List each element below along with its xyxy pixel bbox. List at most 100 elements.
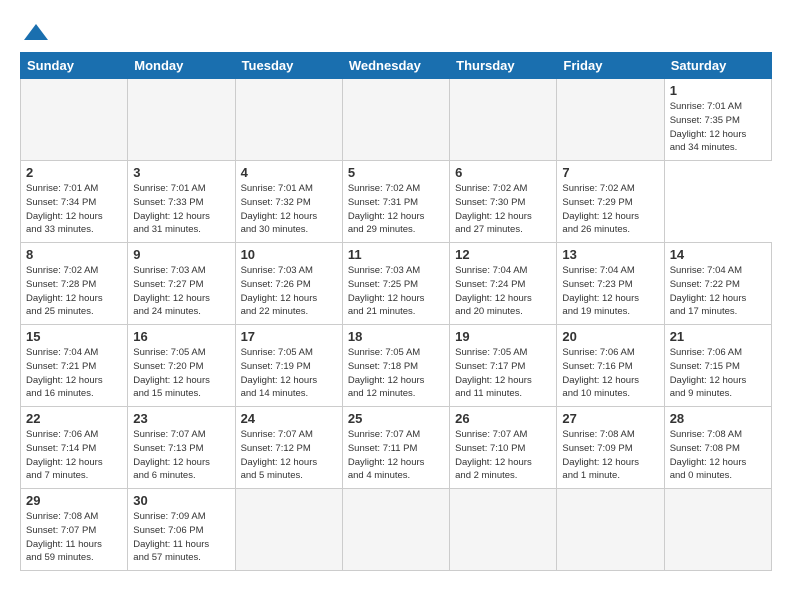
day-info: Sunrise: 7:06 AM Sunset: 7:14 PM Dayligh… [26, 428, 122, 483]
calendar-day-cell [557, 489, 664, 571]
calendar-day-cell [235, 489, 342, 571]
calendar-day-cell: 24 Sunrise: 7:07 AM Sunset: 7:12 PM Dayli… [235, 407, 342, 489]
calendar-day-cell: 25 Sunrise: 7:07 AM Sunset: 7:11 PM Dayli… [342, 407, 449, 489]
calendar-day-cell: 26Sunrise: 7:07 AM Sunset: 7:10 PM Dayli… [450, 407, 557, 489]
day-number: 23 [133, 411, 229, 426]
calendar-day-cell: 17Sunrise: 7:05 AM Sunset: 7:19 PM Dayli… [235, 325, 342, 407]
calendar-table: SundayMondayTuesdayWednesdayThursdayFrid… [20, 52, 772, 571]
day-info: Sunrise: 7:08 AM Sunset: 7:09 PM Dayligh… [562, 428, 658, 483]
calendar-day-cell: 11Sunrise: 7:03 AM Sunset: 7:25 PM Dayli… [342, 243, 449, 325]
day-number: 11 [348, 247, 444, 262]
calendar-week-row: 1 Sunrise: 7:01 AM Sunset: 7:35 PM Daylig… [21, 79, 772, 161]
calendar-day-cell [450, 489, 557, 571]
day-number: 25 [348, 411, 444, 426]
day-number: 22 [26, 411, 122, 426]
calendar-day-cell [342, 489, 449, 571]
calendar-day-cell: 30 Sunrise: 7:09 AM Sunset: 7:06 PM Dayli… [128, 489, 235, 571]
day-number: 18 [348, 329, 444, 344]
day-number: 7 [562, 165, 658, 180]
day-number: 10 [241, 247, 337, 262]
calendar-day-cell: 5 Sunrise: 7:02 AM Sunset: 7:31 PM Daylig… [342, 161, 449, 243]
calendar-day-cell [664, 489, 771, 571]
calendar-header-row: SundayMondayTuesdayWednesdayThursdayFrid… [21, 53, 772, 79]
day-info: Sunrise: 7:02 AM Sunset: 7:28 PM Dayligh… [26, 264, 122, 319]
calendar-weekday-monday: Monday [128, 53, 235, 79]
calendar-empty-cell [128, 79, 235, 161]
day-number: 30 [133, 493, 229, 508]
calendar-day-cell: 15 Sunrise: 7:04 AM Sunset: 7:21 PM Dayli… [21, 325, 128, 407]
day-info: Sunrise: 7:07 AM Sunset: 7:12 PM Dayligh… [241, 428, 337, 483]
day-number: 1 [670, 83, 766, 98]
day-number: 15 [26, 329, 122, 344]
day-number: 28 [670, 411, 766, 426]
calendar-day-cell: 3Sunrise: 7:01 AM Sunset: 7:33 PM Daylig… [128, 161, 235, 243]
day-number: 19 [455, 329, 551, 344]
calendar-day-cell: 20Sunrise: 7:06 AM Sunset: 7:16 PM Dayli… [557, 325, 664, 407]
logo-icon [22, 22, 50, 44]
calendar-weekday-sunday: Sunday [21, 53, 128, 79]
day-info: Sunrise: 7:01 AM Sunset: 7:32 PM Dayligh… [241, 182, 337, 237]
calendar-empty-cell [450, 79, 557, 161]
day-number: 14 [670, 247, 766, 262]
day-info: Sunrise: 7:05 AM Sunset: 7:17 PM Dayligh… [455, 346, 551, 401]
day-info: Sunrise: 7:08 AM Sunset: 7:08 PM Dayligh… [670, 428, 766, 483]
calendar-day-cell: 13 Sunrise: 7:04 AM Sunset: 7:23 PM Dayli… [557, 243, 664, 325]
calendar-empty-cell [342, 79, 449, 161]
day-info: Sunrise: 7:07 AM Sunset: 7:13 PM Dayligh… [133, 428, 229, 483]
calendar-day-cell: 23 Sunrise: 7:07 AM Sunset: 7:13 PM Dayli… [128, 407, 235, 489]
day-info: Sunrise: 7:01 AM Sunset: 7:35 PM Dayligh… [670, 100, 766, 155]
calendar-weekday-thursday: Thursday [450, 53, 557, 79]
calendar-week-row: 8 Sunrise: 7:02 AM Sunset: 7:28 PM Daylig… [21, 243, 772, 325]
day-info: Sunrise: 7:02 AM Sunset: 7:29 PM Dayligh… [562, 182, 658, 237]
calendar-day-cell: 16Sunrise: 7:05 AM Sunset: 7:20 PM Dayli… [128, 325, 235, 407]
calendar-day-cell: 4 Sunrise: 7:01 AM Sunset: 7:32 PM Daylig… [235, 161, 342, 243]
day-number: 8 [26, 247, 122, 262]
day-info: Sunrise: 7:04 AM Sunset: 7:22 PM Dayligh… [670, 264, 766, 319]
calendar-day-cell: 10Sunrise: 7:03 AM Sunset: 7:26 PM Dayli… [235, 243, 342, 325]
calendar-day-cell: 14 Sunrise: 7:04 AM Sunset: 7:22 PM Dayli… [664, 243, 771, 325]
day-number: 24 [241, 411, 337, 426]
header [20, 18, 772, 44]
day-number: 20 [562, 329, 658, 344]
calendar-day-cell: 8 Sunrise: 7:02 AM Sunset: 7:28 PM Daylig… [21, 243, 128, 325]
day-number: 4 [241, 165, 337, 180]
calendar-day-cell: 18 Sunrise: 7:05 AM Sunset: 7:18 PM Dayli… [342, 325, 449, 407]
calendar-day-cell: 12Sunrise: 7:04 AM Sunset: 7:24 PM Dayli… [450, 243, 557, 325]
day-number: 27 [562, 411, 658, 426]
day-info: Sunrise: 7:04 AM Sunset: 7:24 PM Dayligh… [455, 264, 551, 319]
day-info: Sunrise: 7:05 AM Sunset: 7:18 PM Dayligh… [348, 346, 444, 401]
day-number: 2 [26, 165, 122, 180]
calendar-empty-cell [21, 79, 128, 161]
day-info: Sunrise: 7:04 AM Sunset: 7:23 PM Dayligh… [562, 264, 658, 319]
calendar-day-cell: 1 Sunrise: 7:01 AM Sunset: 7:35 PM Daylig… [664, 79, 771, 161]
day-info: Sunrise: 7:01 AM Sunset: 7:34 PM Dayligh… [26, 182, 122, 237]
calendar-week-row: 29Sunrise: 7:08 AM Sunset: 7:07 PM Dayli… [21, 489, 772, 571]
logo [20, 22, 50, 44]
day-info: Sunrise: 7:03 AM Sunset: 7:27 PM Dayligh… [133, 264, 229, 319]
calendar-day-cell: 27 Sunrise: 7:08 AM Sunset: 7:09 PM Dayli… [557, 407, 664, 489]
day-info: Sunrise: 7:07 AM Sunset: 7:10 PM Dayligh… [455, 428, 551, 483]
calendar-day-cell: 28 Sunrise: 7:08 AM Sunset: 7:08 PM Dayli… [664, 407, 771, 489]
calendar-empty-cell [557, 79, 664, 161]
calendar-day-cell: 21 Sunrise: 7:06 AM Sunset: 7:15 PM Dayli… [664, 325, 771, 407]
day-info: Sunrise: 7:04 AM Sunset: 7:21 PM Dayligh… [26, 346, 122, 401]
day-number: 3 [133, 165, 229, 180]
day-info: Sunrise: 7:02 AM Sunset: 7:31 PM Dayligh… [348, 182, 444, 237]
page: SundayMondayTuesdayWednesdayThursdayFrid… [0, 0, 792, 581]
calendar-empty-cell [235, 79, 342, 161]
calendar-weekday-tuesday: Tuesday [235, 53, 342, 79]
day-number: 5 [348, 165, 444, 180]
day-number: 13 [562, 247, 658, 262]
calendar-weekday-saturday: Saturday [664, 53, 771, 79]
calendar-day-cell: 7 Sunrise: 7:02 AM Sunset: 7:29 PM Daylig… [557, 161, 664, 243]
calendar-week-row: 22 Sunrise: 7:06 AM Sunset: 7:14 PM Dayli… [21, 407, 772, 489]
day-info: Sunrise: 7:06 AM Sunset: 7:15 PM Dayligh… [670, 346, 766, 401]
calendar-week-row: 2 Sunrise: 7:01 AM Sunset: 7:34 PM Daylig… [21, 161, 772, 243]
calendar-weekday-friday: Friday [557, 53, 664, 79]
day-info: Sunrise: 7:09 AM Sunset: 7:06 PM Dayligh… [133, 510, 229, 565]
day-info: Sunrise: 7:05 AM Sunset: 7:19 PM Dayligh… [241, 346, 337, 401]
day-info: Sunrise: 7:07 AM Sunset: 7:11 PM Dayligh… [348, 428, 444, 483]
calendar-weekday-wednesday: Wednesday [342, 53, 449, 79]
day-number: 29 [26, 493, 122, 508]
day-number: 21 [670, 329, 766, 344]
